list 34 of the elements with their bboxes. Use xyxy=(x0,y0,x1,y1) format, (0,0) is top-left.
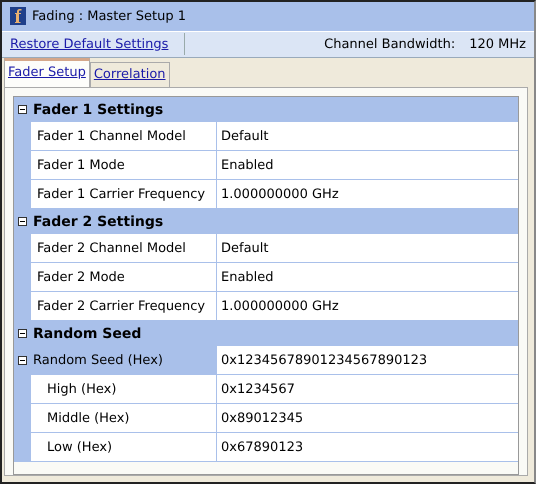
property-label: Low (Hex) xyxy=(47,440,112,454)
restore-defaults-link[interactable]: Restore Default Settings xyxy=(10,36,168,52)
property-value: 0x1234567 xyxy=(221,382,295,396)
property-value: Default xyxy=(221,240,268,256)
info-icon xyxy=(10,7,26,26)
property-label: Middle (Hex) xyxy=(47,410,130,426)
property-value: Enabled xyxy=(221,158,274,172)
tab[interactable]: Correlation xyxy=(90,62,170,87)
collapse-icon[interactable] xyxy=(18,329,27,338)
group-header: Random Seed xyxy=(33,326,142,342)
group-header: Fader 1 Settings xyxy=(33,102,164,118)
property-label: Fader 1 Mode xyxy=(37,158,125,172)
property-value: 0x89012345 xyxy=(221,410,304,426)
collapse-icon[interactable] xyxy=(18,217,27,226)
property-label: Fader 1 Channel Model xyxy=(37,128,186,144)
property-value: 1.000000000 GHz xyxy=(221,298,339,314)
window-title: Fading : Master Setup 1 xyxy=(32,8,186,24)
property-value: 0x67890123 xyxy=(221,440,304,454)
property-label: Fader 1 Carrier Frequency xyxy=(37,186,206,202)
collapse-icon[interactable] xyxy=(18,105,27,114)
collapse-icon[interactable] xyxy=(18,356,27,364)
bandwidth-value: 120 MHz xyxy=(469,36,526,52)
property-label: Fader 2 Carrier Frequency xyxy=(37,298,206,314)
property-label: Random Seed (Hex) xyxy=(33,352,163,368)
group-header: Fader 2 Settings xyxy=(33,214,164,230)
property-label: Fader 2 Mode xyxy=(37,270,125,284)
property-label: High (Hex) xyxy=(47,382,116,396)
property-value: 0x12345678901234567890123 xyxy=(221,352,428,368)
property-value: Enabled xyxy=(221,270,274,284)
bandwidth-label: Channel Bandwidth: xyxy=(324,36,456,52)
tab[interactable]: Fader Setup xyxy=(4,58,90,88)
property-label: Fader 2 Channel Model xyxy=(37,240,186,256)
property-value: Default xyxy=(221,128,268,144)
property-value: 1.000000000 GHz xyxy=(221,186,339,202)
